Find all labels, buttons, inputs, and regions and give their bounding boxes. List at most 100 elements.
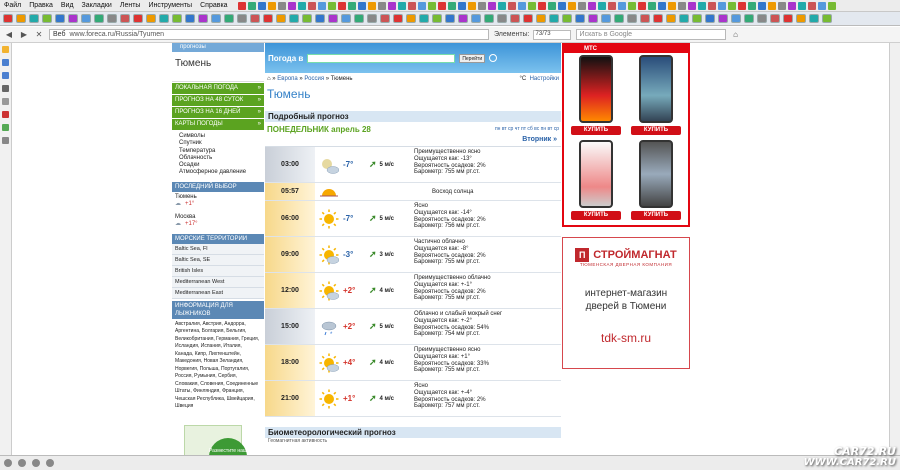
- left-nav-button[interactable]: КАРТЫ ПОГОДЫ »: [172, 119, 264, 130]
- bookmark-favicon-icon[interactable]: [777, 1, 786, 10]
- bookmark-favicon-icon[interactable]: [647, 1, 656, 10]
- menu-item[interactable]: Ленты: [116, 2, 145, 9]
- tab-favicon-icon[interactable]: [133, 14, 143, 23]
- bookmark-favicon-icon[interactable]: [637, 1, 646, 10]
- bookmark-favicon-icon[interactable]: [377, 1, 386, 10]
- bookmark-favicon-icon[interactable]: [277, 1, 286, 10]
- vertical-scrollbar[interactable]: [889, 43, 900, 455]
- tab-favicon-icon[interactable]: [419, 14, 429, 23]
- settings-link[interactable]: Настройки: [530, 76, 559, 82]
- bookmark-favicon-icon[interactable]: [727, 1, 736, 10]
- map-type-link[interactable]: Осадки: [177, 162, 264, 169]
- widget-promo-banner[interactable]: Разместите наш прогноз на Вашем сайте!: [184, 424, 247, 455]
- mts-ad[interactable]: МТС КУПИТЬ КУПИТЬ КУПИТЬ КУПИТЬ: [562, 43, 690, 227]
- bookmark-favicon-icon[interactable]: [577, 1, 586, 10]
- tab-favicon-icon[interactable]: [523, 14, 533, 23]
- tab-favicon-icon[interactable]: [718, 14, 728, 23]
- tab-favicon-icon[interactable]: [315, 14, 325, 23]
- bookmark-favicon-icon[interactable]: [337, 1, 346, 10]
- tab-favicon-icon[interactable]: [341, 14, 351, 23]
- phone-offer[interactable]: КУПИТЬ: [568, 140, 624, 223]
- map-type-link[interactable]: Облачность: [177, 155, 264, 162]
- menu-item[interactable]: Правка: [25, 2, 57, 9]
- tab-favicon-icon[interactable]: [81, 14, 91, 23]
- bookmark-favicon-icon[interactable]: [327, 1, 336, 10]
- tab-favicon-icon[interactable]: [666, 14, 676, 23]
- find-count[interactable]: 73/73: [532, 29, 571, 40]
- buy-button[interactable]: КУПИТЬ: [631, 126, 681, 135]
- tab-favicon-icon[interactable]: [484, 14, 494, 23]
- breadcrumb-russia[interactable]: Россия: [304, 76, 324, 82]
- bookmark-favicon-icon[interactable]: [587, 1, 596, 10]
- tab-favicon-icon[interactable]: [263, 14, 273, 23]
- sea-area-link[interactable]: Baltic Sea, FI: [172, 243, 264, 255]
- bookmark-favicon-icon[interactable]: [807, 1, 816, 10]
- bookmark-favicon-icon[interactable]: [397, 1, 406, 10]
- bookmark-favicon-icon[interactable]: [667, 1, 676, 10]
- menu-item[interactable]: Справка: [196, 2, 231, 9]
- bookmark-favicon-icon[interactable]: [817, 1, 826, 10]
- tab-favicon-icon[interactable]: [185, 14, 195, 23]
- site-identity[interactable]: Веб: [53, 31, 66, 38]
- bookmark-favicon-icon[interactable]: [827, 1, 836, 10]
- tab-favicon-icon[interactable]: [302, 14, 312, 23]
- bookmark-favicon-icon[interactable]: [677, 1, 686, 10]
- buy-button[interactable]: КУПИТЬ: [571, 126, 621, 135]
- bookmark-favicon-icon[interactable]: [547, 1, 556, 10]
- left-nav-button[interactable]: ЛОКАЛЬНАЯ ПОГОДА »: [172, 83, 264, 94]
- bookmark-favicon-icon[interactable]: [247, 1, 256, 10]
- back-icon[interactable]: ◀: [4, 30, 14, 40]
- downloads-icon[interactable]: [2, 98, 9, 105]
- bookmark-favicon-icon[interactable]: [487, 1, 496, 10]
- tab-favicon-icon[interactable]: [653, 14, 663, 23]
- breadcrumb-europe[interactable]: Европа: [277, 76, 297, 82]
- tab-favicon-icon[interactable]: [601, 14, 611, 23]
- bookmark-favicon-icon[interactable]: [497, 1, 506, 10]
- left-nav-button-label[interactable]: ЛОКАЛЬНАЯ ПОГОДА: [175, 83, 238, 94]
- recent-city[interactable]: Тюмень ☁ +1°: [172, 192, 264, 212]
- widget-promo-text[interactable]: Разместите наш прогноз на Вашем сайте!: [209, 437, 247, 455]
- sea-area-link[interactable]: Mediterranean West: [172, 276, 264, 288]
- next-day-link[interactable]: Вторник »: [265, 136, 561, 146]
- tab-favicon-icon[interactable]: [471, 14, 481, 23]
- bookmark-favicon-icon[interactable]: [597, 1, 606, 10]
- tab-favicon-icon[interactable]: [211, 14, 221, 23]
- url-text[interactable]: www.foreca.ru/Russia/Tyumen: [70, 31, 165, 38]
- tab-favicon-icon[interactable]: [458, 14, 468, 23]
- locate-icon[interactable]: [489, 54, 498, 62]
- tab-favicon-icon[interactable]: [237, 14, 247, 23]
- bookmark-favicon-icon[interactable]: [697, 1, 706, 10]
- sea-area-link[interactable]: Mediterranean East: [172, 287, 264, 299]
- widgets-icon[interactable]: [2, 137, 9, 144]
- tab-favicon-icon[interactable]: [380, 14, 390, 23]
- tab-favicon-icon[interactable]: [393, 14, 403, 23]
- tab-favicon-icon[interactable]: [55, 14, 65, 23]
- left-nav-button[interactable]: ПРОГНОЗ НА 16 ДНЕЙ »: [172, 107, 264, 118]
- menu-item[interactable]: Вид: [57, 2, 78, 9]
- tab-favicon-icon[interactable]: [120, 14, 130, 23]
- bookmark-favicon-icon[interactable]: [297, 1, 306, 10]
- notes-icon[interactable]: [2, 85, 9, 92]
- buy-button[interactable]: КУПИТЬ: [571, 211, 621, 220]
- tab-favicon-icon[interactable]: [731, 14, 741, 23]
- stroymagnat-ad[interactable]: П СТРОЙМАГНАТ ТЮМЕНСКАЯ ДВЕРНАЯ КОМПАНИЯ…: [562, 237, 690, 369]
- tab-favicon-icon[interactable]: [510, 14, 520, 23]
- bookmark-favicon-icon[interactable]: [767, 1, 776, 10]
- tab-favicon-icon[interactable]: [94, 14, 104, 23]
- tab-favicon-icon[interactable]: [445, 14, 455, 23]
- tab-favicon-icon[interactable]: [328, 14, 338, 23]
- bookmark-favicon-icon[interactable]: [747, 1, 756, 10]
- bookmark-favicon-icon[interactable]: [437, 1, 446, 10]
- tab-favicon-icon[interactable]: [809, 14, 819, 23]
- location-search-input[interactable]: [307, 53, 456, 63]
- day-links[interactable]: пн вт ср чт пт сб вс пн вт ср: [495, 126, 559, 132]
- close-icon[interactable]: ✕: [34, 30, 44, 40]
- tab-favicon-icon[interactable]: [198, 14, 208, 23]
- forward-icon[interactable]: ▶: [19, 30, 29, 40]
- bookmark-favicon-icon[interactable]: [617, 1, 626, 10]
- bookmark-favicon-icon[interactable]: [307, 1, 316, 10]
- map-type-link[interactable]: Атмосферное давление: [177, 169, 264, 176]
- home-icon[interactable]: ⌂ »: [267, 76, 277, 82]
- bookmark-favicon-icon[interactable]: [537, 1, 546, 10]
- left-nav-button-label[interactable]: ПРОГНОЗ НА 48 СУТОК: [175, 95, 243, 106]
